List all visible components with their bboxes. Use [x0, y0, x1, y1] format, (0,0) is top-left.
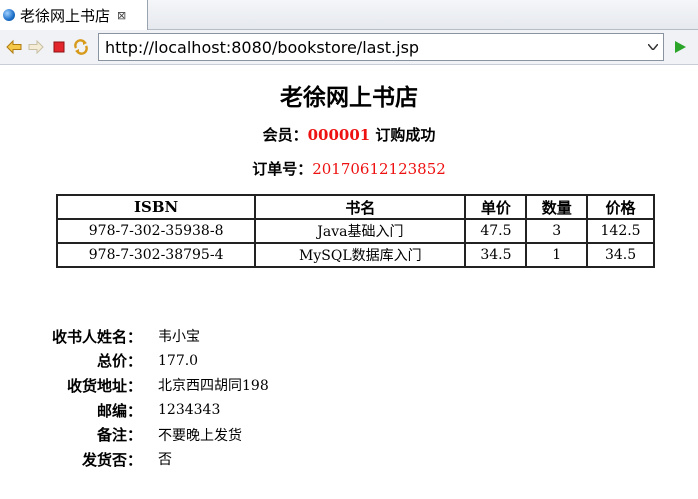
stop-icon: [53, 41, 65, 53]
stop-button[interactable]: [51, 39, 67, 55]
browser-toolbar: http://localhost:8080/bookstore/last.jsp: [0, 30, 698, 65]
cell-quantity: 3: [525, 218, 589, 244]
member-id: 000001: [307, 126, 371, 144]
table-row: 978-7-302-35938-8 Java基础入门 47.5 3 142.5: [55, 218, 655, 244]
recipient-label: 收书人姓名：: [51, 327, 142, 346]
member-status-text: 订购成功: [370, 126, 436, 144]
cell-price: 142.5: [586, 218, 655, 244]
forward-button[interactable]: [28, 39, 44, 55]
go-button[interactable]: [672, 39, 688, 55]
table-header-row: ISBN 书名 单价 数量 价格: [55, 194, 655, 220]
order-items-table: ISBN 书名 单价 数量 价格 978-7-302-35938-8 Java基…: [55, 194, 655, 268]
address-value: 北京西四胡同198: [158, 378, 269, 395]
back-button[interactable]: [6, 39, 22, 55]
info-row-address: 收货地址： 北京西四胡同198: [0, 373, 269, 398]
address-bar[interactable]: http://localhost:8080/bookstore/last.jsp: [98, 33, 664, 61]
info-row-total: 总价： 177.0: [0, 349, 269, 374]
shipped-value: 否: [158, 452, 172, 469]
order-number-line: 订单号：20170612123852: [0, 158, 698, 179]
cell-price: 34.5: [586, 242, 655, 268]
cell-isbn: 978-7-302-35938-8: [55, 218, 257, 244]
cell-isbn: 978-7-302-38795-4: [55, 242, 257, 268]
cell-unit-price: 34.5: [464, 242, 528, 268]
tab-title: 老徐网上书店: [20, 6, 111, 25]
info-row-zip: 邮编： 1234343: [0, 398, 269, 423]
order-label: 订单号：: [252, 160, 313, 178]
info-row-remark: 备注： 不要晚上发货: [0, 422, 269, 447]
header-unit-price: 单价: [464, 194, 528, 220]
zip-value: 1234343: [158, 402, 221, 419]
table-row: 978-7-302-38795-4 MySQL数据库入门 34.5 1 34.5: [55, 242, 655, 268]
total-label: 总价：: [96, 352, 142, 371]
recipient-value: 韦小宝: [158, 329, 200, 346]
header-price: 价格: [586, 194, 655, 220]
browser-tab[interactable]: 老徐网上书店 ⊠: [0, 0, 148, 30]
refresh-button[interactable]: [73, 39, 89, 55]
page-content: 老徐网上书店 会员：000001 订购成功 订单号：20170612123852…: [0, 66, 698, 499]
go-arrow-icon: [675, 41, 686, 53]
remark-label: 备注：: [96, 426, 142, 445]
forward-arrow-icon: [28, 39, 44, 55]
order-number: 20170612123852: [312, 160, 446, 178]
page-title: 老徐网上书店: [280, 84, 418, 111]
globe-icon: [3, 9, 15, 21]
back-arrow-icon: [6, 39, 22, 55]
cell-unit-price: 47.5: [464, 218, 528, 244]
cell-book-name: MySQL数据库入门: [254, 242, 467, 268]
header-quantity: 数量: [525, 194, 589, 220]
header-isbn: ISBN: [55, 194, 257, 220]
info-row-recipient: 收书人姓名： 韦小宝: [0, 324, 269, 349]
header-book-name: 书名: [254, 194, 467, 220]
cell-book-name: Java基础入门: [254, 218, 467, 244]
member-status: 会员：000001 订购成功: [0, 124, 698, 145]
url-input[interactable]: http://localhost:8080/bookstore/last.jsp: [99, 38, 643, 57]
member-label: 会员：: [262, 126, 308, 144]
shipped-label: 发货否：: [81, 450, 142, 469]
tab-strip: 老徐网上书店 ⊠: [0, 0, 698, 30]
cell-quantity: 1: [525, 242, 589, 268]
total-value: 177.0: [158, 352, 199, 369]
address-label: 收货地址：: [66, 376, 142, 395]
info-row-shipped: 发货否： 否: [0, 447, 269, 472]
remark-value: 不要晚上发货: [158, 427, 242, 444]
zip-label: 邮编：: [96, 401, 142, 420]
shipping-info: 收书人姓名： 韦小宝 总价： 177.0 收货地址： 北京西四胡同198 邮编：…: [0, 324, 269, 472]
close-tab-icon[interactable]: ⊠: [117, 9, 126, 22]
chevron-down-icon[interactable]: [643, 34, 663, 60]
refresh-icon: [74, 39, 88, 55]
